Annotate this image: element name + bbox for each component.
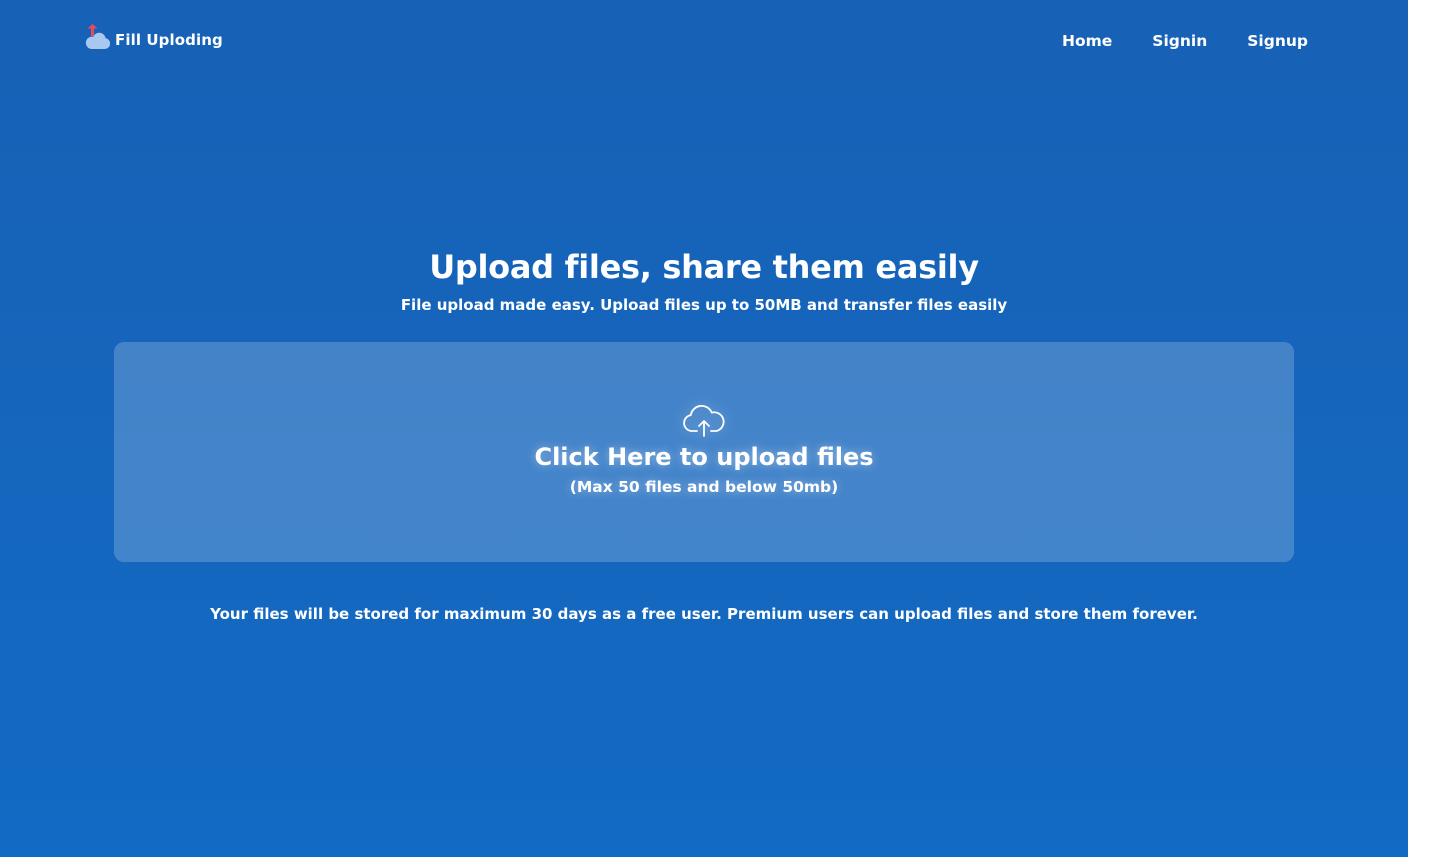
- brand-name: Fill Uploding: [115, 31, 223, 49]
- page: Fill Uploding Home Signin Signup Upload …: [0, 0, 1408, 857]
- upload-title: Click Here to upload files: [534, 443, 874, 471]
- nav-item-signup[interactable]: Signup: [1247, 30, 1308, 52]
- upload-dropzone-content: Click Here to upload files (Max 50 files…: [114, 402, 1294, 498]
- page-title: Upload files, share them easily: [429, 248, 979, 286]
- main-nav: Home Signin Signup: [1022, 30, 1308, 52]
- brand-logo-link[interactable]: Fill Uploding: [84, 24, 223, 50]
- cloud-upload-logo-icon: [85, 24, 111, 49]
- cloud-upload-icon: [683, 404, 725, 437]
- page-subtitle: File upload made easy. Upload files up t…: [400, 296, 1008, 314]
- nav-item-home[interactable]: Home: [1062, 30, 1112, 52]
- storage-note: Your files will be stored for maximum 30…: [210, 605, 1198, 623]
- upload-dropzone[interactable]: Click Here to upload files (Max 50 files…: [114, 342, 1294, 562]
- header: Fill Uploding Home Signin Signup: [0, 0, 1408, 90]
- hero: Upload files, share them easily File upl…: [0, 244, 1408, 316]
- upload-limits: (Max 50 files and below 50mb): [569, 478, 839, 496]
- nav-item-signin[interactable]: Signin: [1152, 30, 1207, 52]
